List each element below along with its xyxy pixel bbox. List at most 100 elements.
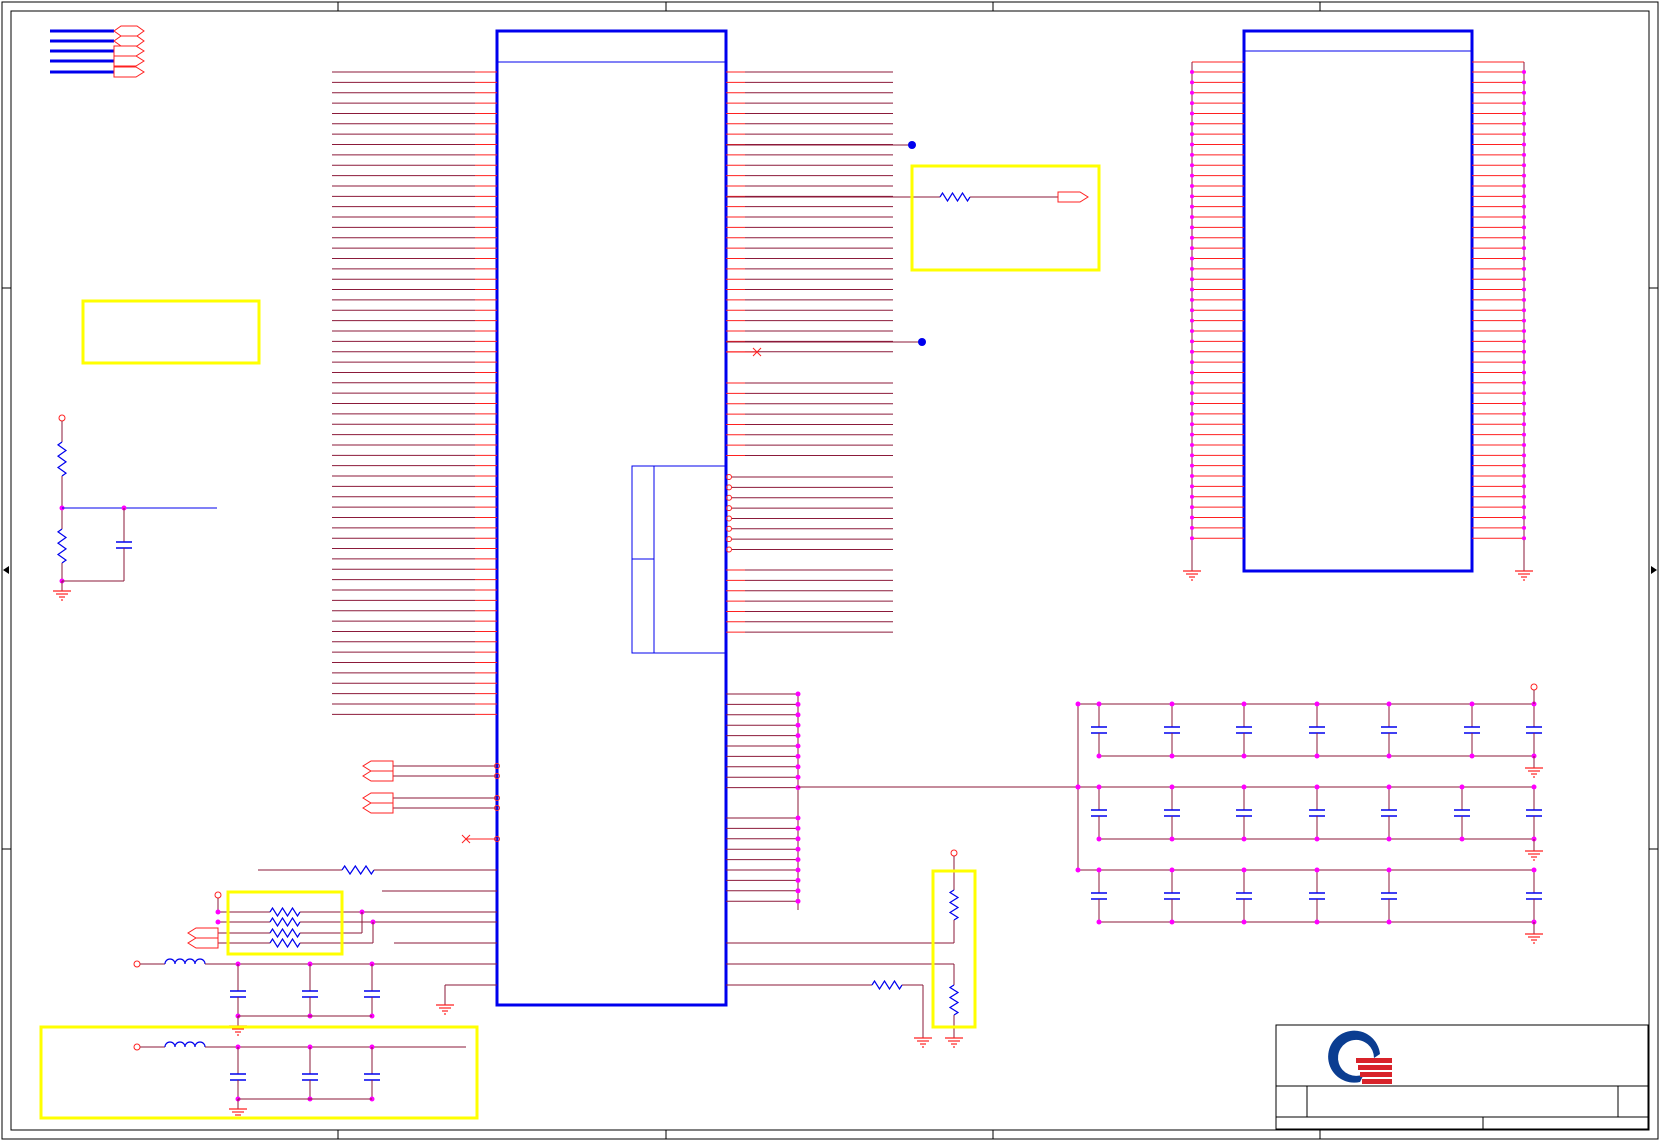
power-port-icon[interactable] [950,849,958,857]
resistor-icon[interactable] [948,889,960,921]
highlight-box [81,299,261,365]
connector-body[interactable] [1242,29,1474,573]
junction-dot-icon [1531,784,1537,790]
capacitor-icon[interactable] [1236,809,1252,817]
junction-dot-icon [1190,111,1194,116]
capacitor-icon[interactable] [364,1073,380,1081]
offpage-connector-icon[interactable] [1057,191,1089,203]
ground-icon [1515,570,1533,581]
offpage-connector-icon[interactable] [362,760,394,772]
capacitor-icon[interactable] [302,990,318,998]
capacitor-icon[interactable] [230,1073,246,1081]
junction-dot-icon [1241,701,1247,707]
power-port-icon[interactable] [214,891,222,899]
capacitor-icon[interactable] [1309,809,1325,817]
junction-dot-icon [1096,784,1102,790]
junction-dot-icon [795,857,801,863]
junction-dot-icon [1190,152,1194,157]
capacitor-icon[interactable] [364,990,380,998]
offpage-connector-icon[interactable] [362,770,394,782]
capacitor-icon[interactable] [1236,726,1252,734]
junction-dot-icon [1190,121,1194,126]
capacitor-icon[interactable] [1526,892,1542,900]
capacitor-icon[interactable] [1381,809,1397,817]
resistor-icon[interactable] [56,528,68,564]
junction-dot-icon [1314,753,1320,759]
offpage-connector-icon[interactable] [362,802,394,814]
junction-dot-icon [1522,277,1526,282]
offpage-connector-icon[interactable] [113,45,145,57]
capacitor-icon[interactable] [230,990,246,998]
junction-dot-icon [1522,411,1526,416]
junction-dot-icon [1096,836,1102,842]
resistor-icon[interactable] [341,864,375,876]
capacitor-icon[interactable] [1091,809,1107,817]
capacitor-icon[interactable] [1091,726,1107,734]
junction-dot-icon [1522,380,1526,385]
junction-dot-icon [1522,349,1526,354]
capacitor-icon[interactable] [1164,892,1180,900]
power-port-icon[interactable] [58,414,66,422]
junction-dot-icon [1522,121,1526,126]
capacitor-icon[interactable] [1381,892,1397,900]
junction-dot-icon [1531,867,1537,873]
decoupling-capacitor-bank[interactable] [1075,683,1544,944]
capacitor-icon[interactable] [1091,892,1107,900]
bus-port-group[interactable] [50,25,145,78]
capacitor-icon[interactable] [1526,726,1542,734]
capacitor-icon[interactable] [1526,809,1542,817]
capacitor-icon[interactable] [1381,726,1397,734]
junction-dot-icon [795,733,801,739]
inductor-icon[interactable] [164,1041,206,1048]
junction-dot-icon [1522,432,1526,437]
resistor-icon[interactable] [269,916,301,928]
junction-dot-icon [1522,111,1526,116]
junction-dot-icon [795,898,801,904]
offpage-connector-icon[interactable] [362,792,394,804]
offpage-connector-icon[interactable] [113,25,145,37]
capacitor-icon[interactable] [1309,726,1325,734]
resistor-icon[interactable] [948,984,960,1016]
offpage-connector-icon[interactable] [187,937,219,949]
inductor-icon[interactable] [164,958,206,965]
resistor-icon[interactable] [56,441,68,477]
offpage-connector-icon[interactable] [187,927,219,939]
resistor-icon[interactable] [939,191,971,203]
junction-dot-icon [1241,784,1247,790]
junction-dot-icon [1096,919,1102,925]
junction-dot-icon [1522,183,1526,188]
junction-dot-icon [795,785,801,791]
resistor-icon[interactable] [269,927,301,939]
junction-dot-icon [795,836,801,842]
offpage-connector-icon[interactable] [113,55,145,67]
offpage-connector-icon[interactable] [113,35,145,47]
junction-dot-icon [1522,453,1526,458]
main-ic-u1[interactable] [495,29,728,1007]
junction-dot-icon [908,141,916,149]
junction-dot-icon [1522,287,1526,292]
resistor-icon[interactable] [269,906,301,918]
junction-dot-icon [1190,432,1194,437]
capacitor-icon[interactable] [302,1073,318,1081]
junction-dot-icon [1386,784,1392,790]
ic-body[interactable] [495,29,728,1007]
junction-dot-icon [1075,867,1081,873]
capacitor-icon[interactable] [1309,892,1325,900]
resistor-icon[interactable] [269,937,301,949]
capacitor-icon[interactable] [1164,809,1180,817]
capacitor-icon[interactable] [1236,892,1252,900]
resistor-icon[interactable] [871,979,903,991]
junction-dot-icon [1190,173,1194,178]
junction-dot-icon [1522,204,1526,209]
connector-ic-u2[interactable] [1183,29,1533,581]
junction-dot-icon [1386,701,1392,707]
capacitor-icon[interactable] [1464,726,1480,734]
power-port-icon[interactable] [133,1043,141,1051]
capacitor-icon[interactable] [116,541,132,549]
power-port-icon[interactable] [133,960,141,968]
offpage-connector-icon[interactable] [113,66,145,78]
junction-dot-icon [1075,701,1081,707]
power-port-icon[interactable] [1530,683,1538,691]
capacitor-icon[interactable] [1454,809,1470,817]
capacitor-icon[interactable] [1164,726,1180,734]
